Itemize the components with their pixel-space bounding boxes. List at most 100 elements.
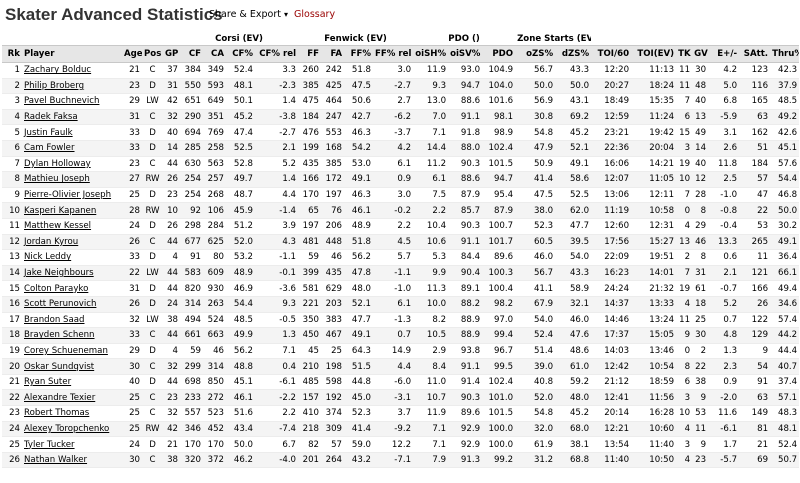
column-header[interactable]: TK bbox=[676, 45, 693, 63]
table-cell: 104.9 bbox=[482, 62, 516, 79]
table-cell: 44.2 bbox=[770, 327, 800, 344]
column-header[interactable]: TOI/60 bbox=[591, 45, 632, 63]
table-cell: 10 bbox=[163, 202, 181, 219]
table-row: 1 Zachary Bolduc 21 C 37 384 349 52.4 3.3 260 242 5… bbox=[2, 62, 800, 79]
player-link[interactable]: Cam Fowler bbox=[22, 140, 122, 157]
table-cell: 524 bbox=[203, 312, 227, 329]
table-cell: 14 bbox=[2, 265, 22, 282]
table-cell: 98.2 bbox=[482, 296, 516, 313]
table-cell: 51.4 bbox=[515, 343, 556, 360]
player-link[interactable]: Nick Leddy bbox=[22, 249, 122, 266]
column-header[interactable]: CF% bbox=[226, 45, 256, 63]
player-link[interactable]: Matthew Kessel bbox=[22, 218, 122, 235]
player-link[interactable]: Ryan Suter bbox=[22, 374, 122, 391]
column-header[interactable]: PDO bbox=[482, 45, 516, 63]
table-cell: 90.3 bbox=[448, 389, 483, 407]
table-cell: 11.8 bbox=[708, 156, 740, 173]
player-link[interactable]: Dylan Holloway bbox=[22, 156, 122, 173]
player-link[interactable]: Mathieu Joseph bbox=[22, 171, 122, 188]
column-header[interactable]: oiSH% bbox=[413, 45, 449, 63]
table-cell: 24 bbox=[163, 296, 181, 313]
column-header[interactable]: dZS% bbox=[555, 45, 592, 63]
player-link[interactable]: Scott Perunovich bbox=[22, 296, 122, 313]
player-link[interactable]: Radek Faksa bbox=[22, 109, 122, 126]
table-cell: 3.9 bbox=[255, 218, 299, 235]
column-header[interactable]: Player bbox=[22, 45, 122, 63]
player-link[interactable]: Corey Schueneman bbox=[22, 343, 122, 360]
column-header[interactable]: SAtt. bbox=[739, 45, 771, 63]
column-header[interactable]: CF% rel bbox=[255, 45, 299, 63]
table-cell: 5.0 bbox=[708, 78, 740, 95]
column-header[interactable]: Rk bbox=[2, 45, 22, 63]
table-cell: 28 bbox=[692, 187, 709, 204]
column-header[interactable]: FF% rel bbox=[373, 45, 414, 63]
table-cell: 2 bbox=[2, 78, 22, 95]
table-cell: 523 bbox=[203, 405, 227, 422]
table-cell: 32 bbox=[122, 312, 142, 329]
player-link[interactable]: Jordan Kyrou bbox=[22, 234, 122, 251]
player-link[interactable]: Alexey Toropchenko bbox=[22, 421, 122, 438]
player-link[interactable]: Pavel Buchnevich bbox=[22, 93, 122, 110]
table-cell: 49.2 bbox=[770, 109, 800, 126]
table-cell: D bbox=[142, 296, 163, 313]
column-header[interactable]: CA bbox=[203, 45, 227, 63]
table-cell: 24 bbox=[122, 218, 142, 235]
table-cell: 609 bbox=[203, 265, 227, 282]
table-cell: 60.5 bbox=[515, 234, 556, 251]
share-export-menu[interactable]: Share & Export ▾ bbox=[209, 9, 288, 20]
table-cell: 26 bbox=[122, 296, 142, 313]
column-header[interactable]: oiSV% bbox=[448, 45, 483, 63]
table-cell: 14:01 bbox=[631, 265, 677, 282]
column-header[interactable]: Thru% bbox=[770, 45, 800, 63]
table-cell: 54.4 bbox=[226, 296, 256, 313]
table-cell: 48.3 bbox=[770, 405, 800, 422]
table-cell: 218 bbox=[298, 421, 322, 438]
player-link[interactable]: Brandon Saad bbox=[22, 312, 122, 329]
column-header[interactable]: Pos bbox=[142, 45, 163, 63]
table-cell: 192 bbox=[321, 389, 345, 407]
player-link[interactable]: Philip Broberg bbox=[22, 78, 122, 95]
column-header[interactable]: FA bbox=[321, 45, 345, 63]
table-cell: 13:24 bbox=[631, 312, 677, 329]
table-cell: 50.1 bbox=[226, 93, 256, 110]
table-cell: LW bbox=[142, 93, 163, 110]
column-header[interactable]: FF% bbox=[344, 45, 374, 63]
table-cell: -0.5 bbox=[255, 312, 299, 329]
player-link[interactable]: Robert Thomas bbox=[22, 405, 122, 422]
table-cell: 100.3 bbox=[482, 265, 516, 282]
table-cell: 52.3 bbox=[515, 218, 556, 235]
table-cell: 12:31 bbox=[631, 218, 677, 235]
table-cell: 184 bbox=[739, 156, 771, 173]
table-row: 13 Nick Leddy 33 D 4 91 80 53.2 -1.1 59 46 56.2 5.7 5… bbox=[2, 249, 800, 266]
player-link[interactable]: Kasperi Kapanen bbox=[22, 202, 122, 219]
player-link[interactable]: Justin Faulk bbox=[22, 124, 122, 141]
table-cell: 38 bbox=[163, 312, 181, 329]
player-link[interactable]: Colton Parayko bbox=[22, 280, 122, 297]
column-header[interactable]: oZS% bbox=[515, 45, 556, 63]
table-cell: 11.6 bbox=[708, 405, 740, 422]
table-cell: -1.4 bbox=[255, 202, 299, 219]
table-cell: 452 bbox=[203, 421, 227, 438]
table-cell: 38.1 bbox=[555, 436, 592, 453]
player-link[interactable]: Brayden Schenn bbox=[22, 327, 122, 344]
player-link[interactable]: Oskar Sundqvist bbox=[22, 358, 122, 375]
table-cell: 593 bbox=[203, 78, 227, 95]
glossary-link[interactable]: Glossary bbox=[294, 9, 335, 20]
player-link[interactable]: Alexandre Texier bbox=[22, 389, 122, 407]
column-header[interactable]: GV bbox=[692, 45, 709, 63]
table-cell: 481 bbox=[298, 234, 322, 251]
table-cell: 45.2 bbox=[555, 124, 592, 141]
column-header[interactable]: E+/- bbox=[708, 45, 740, 63]
player-link[interactable]: Pierre-Olivier Joseph bbox=[22, 187, 122, 204]
table-cell: 46.1 bbox=[226, 389, 256, 407]
player-link[interactable]: Zachary Bolduc bbox=[22, 62, 122, 79]
player-link[interactable]: Tyler Tucker bbox=[22, 436, 122, 453]
column-header[interactable]: GP bbox=[163, 45, 181, 63]
column-header[interactable]: Age bbox=[122, 45, 142, 63]
column-header[interactable]: CF bbox=[180, 45, 204, 63]
player-link[interactable]: Jake Neighbours bbox=[22, 265, 122, 282]
column-header[interactable]: FF bbox=[298, 45, 322, 63]
column-header[interactable]: TOI(EV) bbox=[631, 45, 677, 63]
table-cell: 464 bbox=[321, 93, 345, 110]
player-link[interactable]: Nathan Walker bbox=[22, 452, 122, 469]
